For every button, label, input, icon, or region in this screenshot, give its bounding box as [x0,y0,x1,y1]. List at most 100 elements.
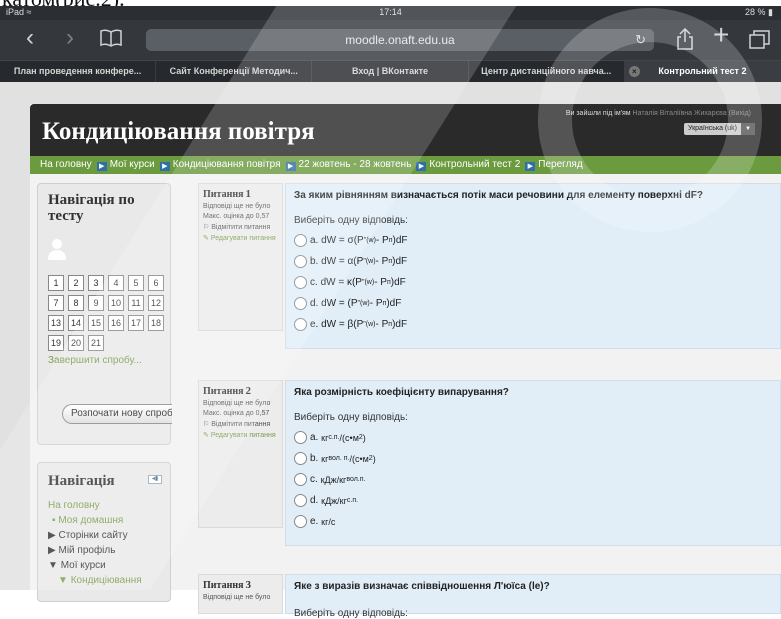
edit-question-link[interactable]: ✎ Редагувати питання [203,431,278,439]
question-nav-button[interactable]: 1 [48,275,64,291]
crumb-home[interactable]: На головну [40,159,92,170]
dock-block-icon[interactable]: ◂▮ [148,475,162,484]
answer-option[interactable]: b. dW = α(P " (w) - Pп)dF [294,251,772,272]
new-tab-icon[interactable]: + [713,21,729,49]
language-select[interactable]: Українська (uk) [683,123,756,135]
question-nav-button[interactable]: 8 [68,295,84,311]
question-nav-button[interactable]: 6 [148,275,164,291]
option-letter: d. [310,297,319,309]
close-tab-icon[interactable]: × [628,66,640,77]
question-nav-button[interactable]: 16 [108,315,124,331]
login-info: Ви зайшли під ім'ям Наталія Віталіївна Ж… [566,110,751,117]
edit-question-link[interactable]: ✎ Редагувати питання [203,234,278,242]
battery-icon: ▮ [768,7,773,17]
radio-button[interactable] [294,473,307,486]
answer-option[interactable]: b. кг вол. п./(с•м 2) [294,448,772,469]
radio-button[interactable] [294,297,307,310]
question-nav-button[interactable]: 5 [128,275,144,291]
tabs-overview-icon[interactable] [749,29,771,54]
crumb-week[interactable]: 22 жовтень - 28 жовтень [299,159,412,170]
option-text: кг [321,453,329,464]
tab-distance-center[interactable]: Центр дистанційного навча... [469,61,625,82]
breadcrumb-arrow-icon: ▶ [525,162,536,171]
nav-home[interactable]: На головну [48,498,160,513]
answer-option[interactable]: c. кДж/кг вол.п. [294,469,772,490]
share-icon[interactable] [676,27,694,55]
tab-vkontakte[interactable]: Вход | ВКонтакте [312,61,469,82]
radio-button[interactable] [294,234,307,247]
question-2-info: Питання 2 Відповіді ще не було Макс. оці… [198,380,283,528]
back-icon[interactable]: ‹ [26,26,34,50]
radio-button[interactable] [294,494,307,507]
option-letter: b. [310,255,319,267]
answer-option[interactable]: e. кг/с [294,511,772,532]
question-nav-button[interactable]: 2 [68,275,84,291]
question-1-info: Питання 1 Відповіді ще не було Макс. оці… [198,183,283,331]
question-nav-button[interactable]: 13 [48,315,64,331]
question-nav-button[interactable]: 7 [48,295,64,311]
battery: 28 % ▮ [745,7,773,17]
nav-site-pages[interactable]: ▶ Сторінки сайту [48,528,160,543]
question-nav-button[interactable]: 20 [68,335,84,351]
start-new-preview-button[interactable]: Розпочати нову спробу [62,404,172,424]
nav-my-home[interactable]: ▪ Моя домашня [48,513,160,528]
forward-icon[interactable]: › [66,26,74,50]
radio-button[interactable] [294,515,307,528]
question-nav-button[interactable]: 12 [148,295,164,311]
radio-button[interactable] [294,255,307,268]
option-text: dW = β(P [321,318,364,330]
radio-button[interactable] [294,452,307,465]
question-nav-button[interactable]: 21 [88,335,104,351]
breadcrumb-arrow-icon: ▶ [285,162,296,171]
radio-button[interactable] [294,318,307,331]
question-nav-button[interactable]: 18 [148,315,164,331]
question-nav-button[interactable]: 9 [88,295,104,311]
question-number-grid: 1 2 3 4 5 6 7 8 9 10 11 12 13 14 15 16 17 18 19 20 21 [48,275,180,355]
tab-conference-plan[interactable]: План проведення конфере... [0,61,157,82]
answer-option[interactable]: e. dW = β(P " (w) - Pп)dF [294,314,772,335]
nav-course[interactable]: ▼ Кондиціювання [48,573,160,588]
question-nav-button[interactable]: 4 [108,275,124,291]
question-label: Питання [203,189,244,200]
option-letter: a. [310,234,319,246]
crumb-my-courses[interactable]: Мої курси [110,159,155,170]
answer-option[interactable]: c. dW = κ(P " (w) - Pп)dF [294,272,772,293]
flag-question[interactable]: ⚐ Відмітити питання [203,223,278,231]
question-label: Питання [203,580,244,591]
tab-control-test[interactable]: × Контрольний тест 2 [624,61,781,82]
question-nav-button[interactable]: 3 [88,275,104,291]
tab-conference-site[interactable]: Сайт Конференції Методич... [156,61,313,82]
radio-button[interactable] [294,431,307,444]
collapse-icon: ▼ [58,575,68,586]
answer-option[interactable]: a. кг с.п./(с•м 2) [294,427,772,448]
flag-question[interactable]: ⚐ Відмітити питання [203,420,278,428]
question-nav-button[interactable]: 19 [48,335,64,351]
option-text: )dF [392,255,408,267]
answer-option[interactable]: a. dW = σ(P " (w) - Pп)dF [294,230,772,251]
address-bar[interactable]: moodle.onaft.edu.ua ↻ [146,29,654,51]
nav-my-courses[interactable]: ▼ Мої курси [48,558,160,573]
question-nav-button[interactable]: 14 [68,315,84,331]
radio-button[interactable] [294,276,307,289]
question-nav-button[interactable]: 11 [128,295,144,311]
crumb-preview: Перегляд [538,159,583,170]
reload-icon[interactable]: ↻ [635,29,646,51]
question-nav-button[interactable]: 10 [108,295,124,311]
flag-icon: ⚐ [203,224,210,231]
tab-label: Вход | ВКонтакте [351,66,429,76]
crumb-quiz[interactable]: Контрольний тест 2 [429,159,520,170]
flag-label: Відмітити питання [211,224,271,231]
answer-option[interactable]: d. dW = (P " (w) - Pп)dF [294,293,772,314]
tab-label: Сайт Конференції Методич... [169,66,298,76]
question-nav-button[interactable]: 15 [88,315,104,331]
bookmarks-icon[interactable] [100,29,122,53]
option-letter: a. [310,431,319,443]
user-link[interactable]: Наталія Віталіївна Жихарєва (Вихід) [633,110,751,117]
question-nav-button[interactable]: 17 [128,315,144,331]
option-letter: d. [310,494,319,506]
finish-attempt-link[interactable]: Завершити спробу... [48,355,160,366]
answer-option[interactable]: d. кДж/кг с.п. [294,490,772,511]
nav-my-profile[interactable]: ▶ Мій профіль [48,543,160,558]
nav-course-label: Кондиціювання [70,575,142,586]
crumb-course[interactable]: Кондиціювання повітря [173,159,281,170]
